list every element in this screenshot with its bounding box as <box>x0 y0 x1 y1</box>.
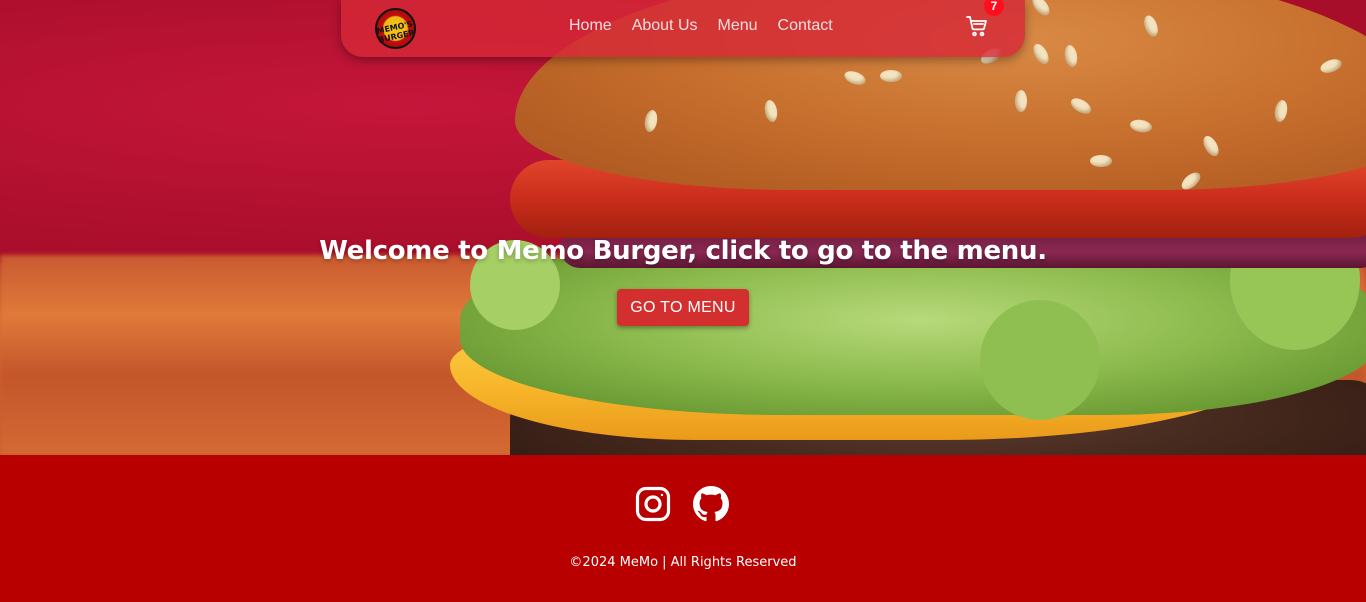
github-icon[interactable] <box>693 486 729 522</box>
nav-link-menu[interactable]: Menu <box>718 17 758 35</box>
copyright-text: ©2024 MeMo | All Rights Reserved <box>569 555 797 570</box>
nav-link-about-us[interactable]: About Us <box>632 17 698 35</box>
cart-count-badge: 7 <box>984 0 1004 16</box>
nav-link-contact[interactable]: Contact <box>778 17 833 35</box>
social-links <box>635 486 729 522</box>
go-to-menu-button[interactable]: GO TO MENU <box>617 289 749 326</box>
hero-section: Welcome to Memo Burger, click to go to t… <box>0 0 1366 455</box>
logo[interactable]: MEMO'S BURGER <box>375 8 416 49</box>
nav-link-home[interactable]: Home <box>569 17 612 35</box>
instagram-icon[interactable] <box>635 486 671 522</box>
navbar: MEMO'S BURGER Home About Us Menu Contact… <box>341 0 1025 57</box>
cart-icon[interactable] <box>965 14 989 38</box>
hero-title: Welcome to Memo Burger, click to go to t… <box>319 236 1047 266</box>
footer: ©2024 MeMo | All Rights Reserved <box>0 455 1366 602</box>
logo-text: MEMO'S BURGER <box>375 19 416 45</box>
nav-links: Home About Us Menu Contact <box>569 17 853 35</box>
